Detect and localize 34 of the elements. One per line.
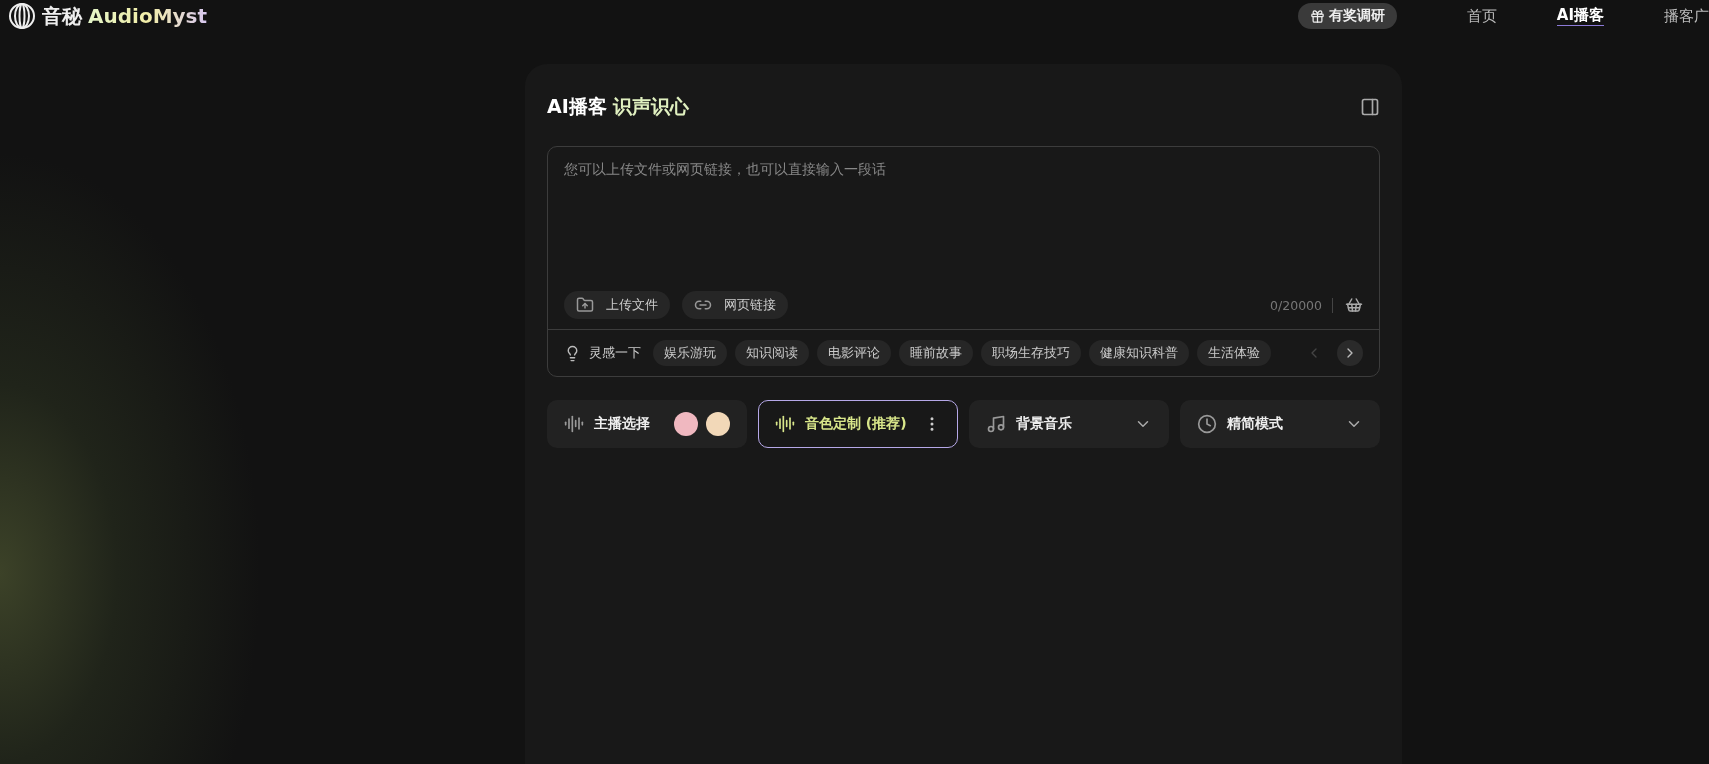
topic-chip[interactable]: 生活体验 [1197, 340, 1271, 366]
text-input-field[interactable]: 您可以上传文件或网页链接，也可以直接输入一段话 上传文件 网页链接 0/20000 灵感一下 娱乐游玩 知识阅读 电影评论 睡前故事 职场生存技巧 健康知识科普 生活体验 [547, 146, 1380, 377]
upload-file-button[interactable]: 上传文件 [564, 291, 670, 319]
avatar [706, 412, 730, 436]
clock-icon [1197, 414, 1217, 434]
option-button[interactable]: 精简模式 [1180, 400, 1380, 448]
option-button[interactable]: 背景音乐 [969, 400, 1169, 448]
nav-link[interactable]: 播客广 [1664, 6, 1709, 26]
topic-chip[interactable]: 电影评论 [817, 340, 891, 366]
web-link-button[interactable]: 网页链接 [682, 291, 788, 319]
logo-text: 音秘 [42, 2, 82, 30]
character-counter: 0/20000 [1270, 297, 1333, 313]
inspiration-label: 灵感一下 [589, 344, 641, 362]
topic-chip[interactable]: 娱乐游玩 [653, 340, 727, 366]
sound-wave-icon [775, 414, 795, 434]
survey-button[interactable]: 有奖调研 [1297, 3, 1397, 29]
panel-icon[interactable] [1360, 97, 1380, 117]
topic-chip[interactable]: 职场生存技巧 [981, 340, 1081, 366]
topic-chip[interactable]: 睡前故事 [899, 340, 973, 366]
card-title: AI播客 识声识心 [547, 94, 690, 119]
option-button[interactable]: 音色定制 (推荐) [758, 400, 958, 448]
basket-icon[interactable] [1345, 296, 1363, 314]
upload-icon [576, 296, 594, 314]
nav-link[interactable]: 首页 [1466, 6, 1497, 26]
gift-icon [1309, 8, 1325, 24]
logo-icon [8, 2, 36, 30]
music-icon [986, 414, 1006, 434]
avatar [674, 412, 698, 436]
topic-chip[interactable]: 健康知识科普 [1089, 340, 1189, 366]
option-button[interactable]: 主播选择 [547, 400, 747, 448]
sound-wave-icon [564, 414, 584, 434]
topic-chip[interactable]: 知识阅读 [735, 340, 809, 366]
next-button[interactable] [1337, 340, 1363, 366]
nav-link[interactable]: AI播客 [1556, 6, 1604, 26]
